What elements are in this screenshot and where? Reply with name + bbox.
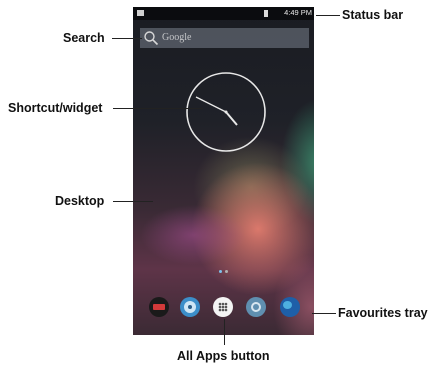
search-bar[interactable]: Google <box>140 28 309 48</box>
search-label: Search <box>63 31 105 45</box>
status-bar-label: Status bar <box>342 8 404 22</box>
all-apps-icon[interactable] <box>213 297 233 317</box>
clock-hour-hand <box>225 111 238 126</box>
desktop-line <box>113 201 153 202</box>
notification-icon <box>137 10 144 16</box>
search-line <box>112 38 142 39</box>
app-icon-disc[interactable] <box>180 297 200 317</box>
shortcut-widget-line <box>113 108 203 109</box>
search-placeholder[interactable]: Google <box>162 32 191 43</box>
shortcut-widget-label: Shortcut/widget <box>8 101 103 115</box>
globe-icon[interactable] <box>280 297 300 317</box>
search-icon[interactable] <box>143 30 159 46</box>
analog-clock-widget[interactable] <box>184 70 268 154</box>
status-time: 4:49 PM <box>284 8 312 17</box>
battery-icon <box>264 10 268 17</box>
all-apps-button-line <box>224 319 225 345</box>
status-bar: 4:49 PM <box>133 7 314 20</box>
favourites-tray-label: Favourites tray <box>338 306 428 320</box>
app-icon-red[interactable] <box>149 297 169 317</box>
phone-screen: 4:49 PM Google <box>133 7 314 335</box>
all-apps-button-label: All Apps button <box>177 349 270 363</box>
favourites-tray-line <box>312 313 336 314</box>
clock-minute-hand <box>195 96 227 113</box>
status-bar-line <box>316 15 340 16</box>
desktop-label: Desktop <box>55 194 105 208</box>
settings-gear-icon[interactable] <box>246 297 266 317</box>
